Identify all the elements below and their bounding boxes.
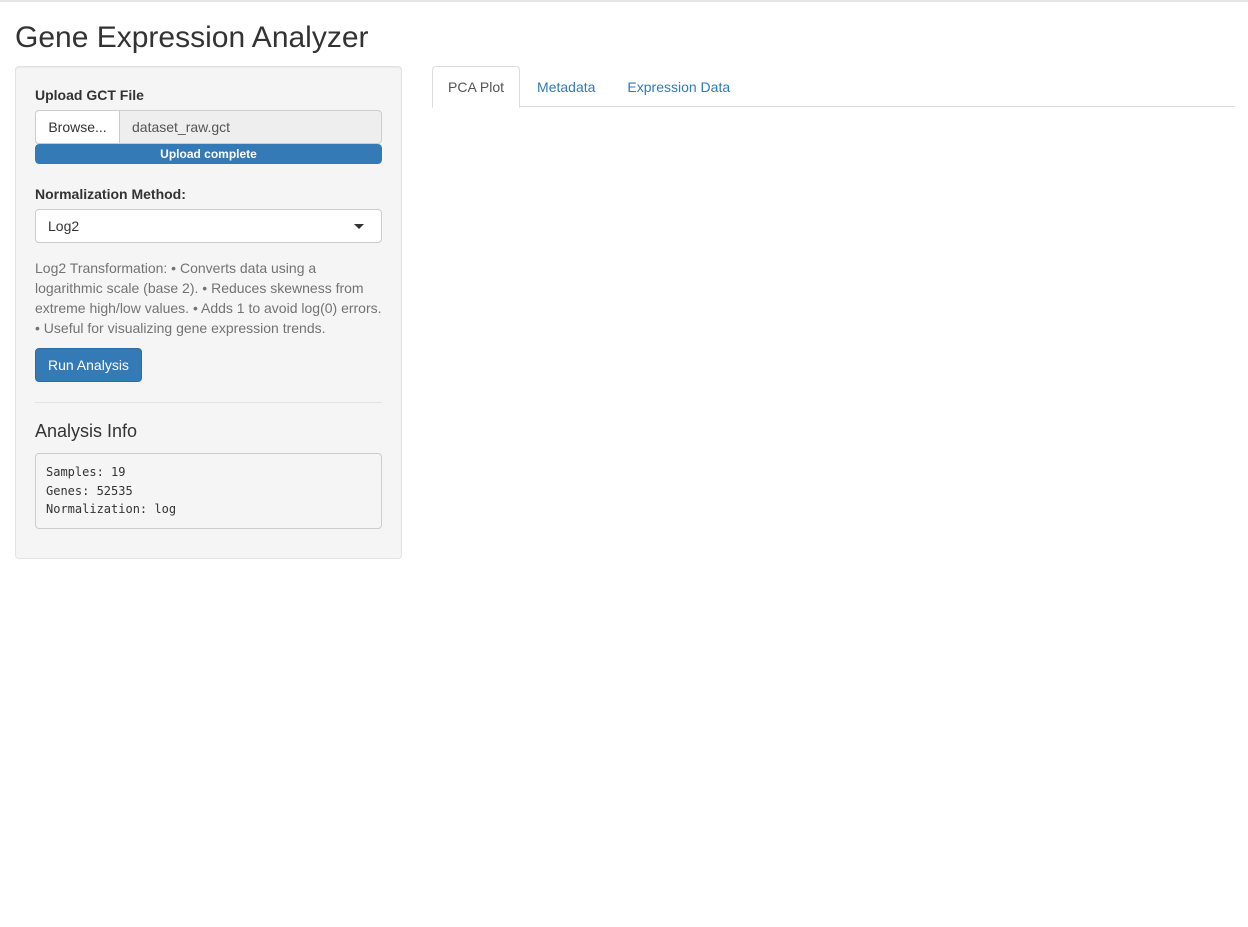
tab-metadata[interactable]: Metadata bbox=[522, 66, 610, 107]
normalization-selected-value: Log2 bbox=[48, 218, 80, 234]
info-samples: Samples: 19 bbox=[46, 465, 126, 479]
run-analysis-button[interactable]: Run Analysis bbox=[35, 348, 142, 382]
normalization-description: Log2 Transformation: • Converts data usi… bbox=[35, 260, 382, 336]
normalization-label: Normalization Method: bbox=[35, 186, 186, 202]
info-normalization: Normalization: log bbox=[46, 502, 177, 516]
normalization-select[interactable]: Log2 bbox=[35, 209, 382, 243]
upload-progress-bar: Upload complete bbox=[35, 144, 382, 164]
tab-expression-data[interactable]: Expression Data bbox=[612, 66, 745, 107]
browse-button[interactable]: Browse... bbox=[35, 110, 119, 144]
divider bbox=[35, 402, 382, 403]
analysis-info-title: Analysis Info bbox=[35, 421, 138, 441]
sidebar-panel: Upload GCT File Browse... dataset_raw.gc… bbox=[15, 66, 402, 559]
upload-progress: Upload complete bbox=[35, 144, 382, 164]
caret-down-icon bbox=[354, 224, 364, 229]
main-tabs: PCA Plot Metadata Expression Data bbox=[432, 66, 1235, 108]
file-name-field[interactable]: dataset_raw.gct bbox=[119, 110, 382, 144]
analysis-info-output: Samples: 19 Genes: 52535 Normalization: … bbox=[35, 453, 382, 529]
upload-label: Upload GCT File bbox=[35, 87, 144, 103]
top-border bbox=[0, 0, 1248, 2]
page-title: Gene Expression Analyzer bbox=[15, 21, 369, 54]
file-input-group: Browse... dataset_raw.gct bbox=[35, 110, 382, 144]
tab-pca-plot[interactable]: PCA Plot bbox=[432, 66, 521, 108]
info-genes: Genes: 52535 bbox=[46, 483, 133, 498]
